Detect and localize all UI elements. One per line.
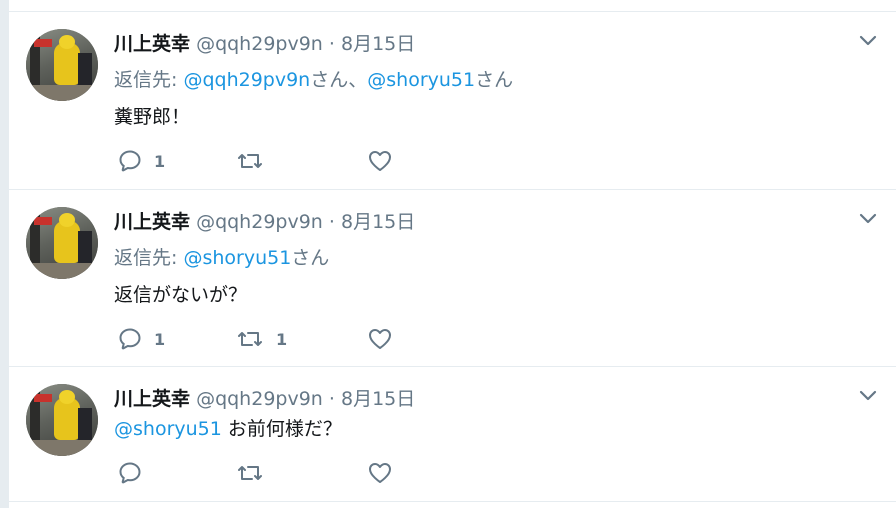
reply-count: 1 <box>154 151 166 171</box>
tweet-actions: 1 1 <box>118 326 418 352</box>
tweet-text: お前何様だ？ <box>221 418 342 440</box>
tweet-actions: 1 <box>118 148 418 174</box>
reply-icon <box>118 327 142 351</box>
like-button[interactable] <box>367 148 405 174</box>
reply-mention[interactable]: @shoryu51 <box>367 69 475 91</box>
like-icon <box>367 461 393 485</box>
text-mention[interactable]: @shoryu51 <box>114 418 222 440</box>
tweet-date[interactable]: 8月15日 <box>341 211 415 233</box>
tweet-actions <box>118 460 418 486</box>
reply-context: 返信先: @qqh29pv9nさん、@shoryu51さん <box>114 65 513 92</box>
retweet-icon <box>236 149 264 173</box>
user-handle[interactable]: @qqh29pv9n <box>196 388 323 410</box>
reply-button[interactable]: 1 <box>118 148 165 174</box>
reply-mention[interactable]: @qqh29pv9n <box>183 69 310 91</box>
tweet-text-container: @shoryu51 お前何様だ？ <box>114 414 342 441</box>
user-handle[interactable]: @qqh29pv9n <box>196 211 323 233</box>
separator-dot: · <box>328 388 335 410</box>
like-button[interactable] <box>367 326 405 352</box>
user-name[interactable]: 川上英幸 <box>114 388 190 410</box>
reply-count: 1 <box>154 329 166 349</box>
separator-dot: · <box>328 211 335 233</box>
chevron-down-icon[interactable] <box>857 385 879 407</box>
tweet[interactable]: 川上英幸 @qqh29pv9n · 8月15日 @shoryu51 お前何様だ？ <box>9 367 896 502</box>
separator-dot: · <box>328 33 335 55</box>
reply-suffix: さん <box>475 69 514 91</box>
chevron-down-icon[interactable] <box>857 30 879 52</box>
reply-suffix: さん、 <box>310 69 368 91</box>
retweet-button[interactable] <box>236 460 276 486</box>
reply-prefix: 返信先: <box>114 69 184 91</box>
reply-icon <box>118 461 142 485</box>
user-name[interactable]: 川上英幸 <box>114 211 190 233</box>
tweet[interactable]: 川上英幸 @qqh29pv9n · 8月15日 返信先: @shoryu51さん… <box>9 190 896 367</box>
retweet-icon <box>236 327 264 351</box>
tweet-date[interactable]: 8月15日 <box>341 388 415 410</box>
avatar[interactable] <box>26 207 98 279</box>
reply-icon <box>118 149 142 173</box>
tweet-text: 返信がないが？ <box>114 284 248 306</box>
reply-context: 返信先: @shoryu51さん <box>114 243 329 270</box>
like-icon <box>367 149 393 173</box>
user-name[interactable]: 川上英幸 <box>114 33 190 55</box>
avatar[interactable] <box>26 29 98 101</box>
tweet[interactable]: 川上英幸 @qqh29pv9n · 8月15日 返信先: @qqh29pv9nさ… <box>9 12 896 190</box>
tweet-header: 川上英幸 @qqh29pv9n · 8月15日 <box>114 29 415 56</box>
reply-prefix: 返信先: <box>114 247 184 269</box>
reply-mention[interactable]: @shoryu51 <box>183 247 291 269</box>
reply-suffix: さん <box>291 247 330 269</box>
tweet-text: 糞野郎！ <box>114 106 191 128</box>
chevron-down-icon[interactable] <box>857 208 879 230</box>
like-icon <box>367 327 393 351</box>
timeline: 川上英幸 @qqh29pv9n · 8月15日 返信先: @qqh29pv9nさ… <box>8 0 896 508</box>
like-button[interactable] <box>367 460 405 486</box>
retweet-button[interactable] <box>236 148 276 174</box>
reply-button[interactable]: 1 <box>118 326 165 352</box>
tweet-header: 川上英幸 @qqh29pv9n · 8月15日 <box>114 384 415 411</box>
tweet-date[interactable]: 8月15日 <box>341 33 415 55</box>
retweet-button[interactable]: 1 <box>236 326 287 352</box>
tweet-header: 川上英幸 @qqh29pv9n · 8月15日 <box>114 207 415 234</box>
retweet-icon <box>236 461 264 485</box>
reply-button[interactable] <box>118 460 154 486</box>
avatar[interactable] <box>26 384 98 456</box>
user-handle[interactable]: @qqh29pv9n <box>196 33 323 55</box>
retweet-count: 1 <box>276 329 288 349</box>
